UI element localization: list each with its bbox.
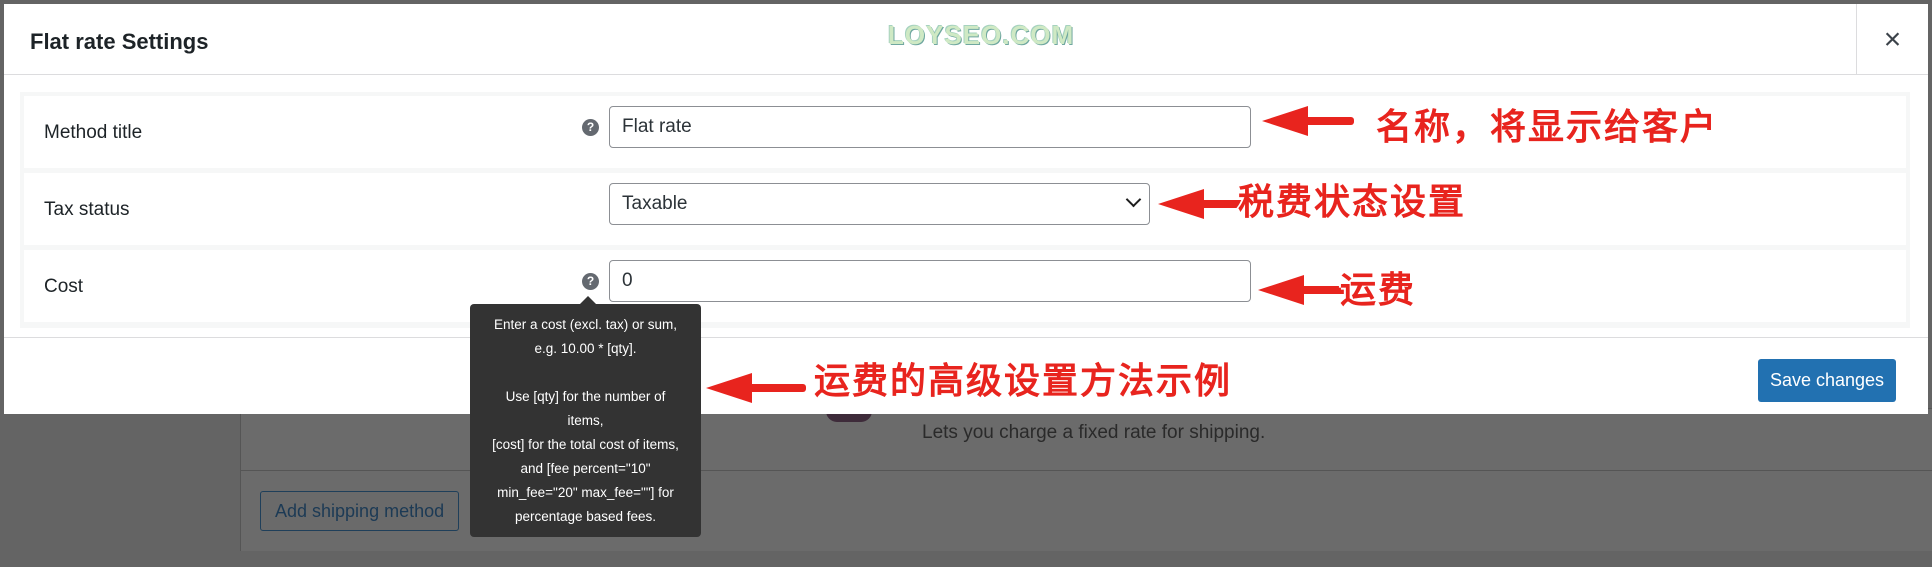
cost-help-tooltip: Enter a cost (excl. tax) or sum, e.g. 10… [470, 304, 701, 537]
method-description: Lets you charge a fixed rate for shippin… [922, 422, 1266, 443]
cost-row: Cost ? [24, 250, 1906, 322]
tooltip-line: [cost] for the total cost of items, [492, 437, 679, 452]
arrow-left-icon [706, 373, 806, 403]
tooltip-line [480, 361, 691, 385]
annotation-tax-status: 税费状态设置 [1238, 182, 1467, 223]
annotation-advanced: 运费的高级设置方法示例 [814, 361, 1233, 402]
tooltip-line: percentage based fees. [514, 509, 657, 524]
save-changes-button[interactable]: Save changes [1758, 359, 1896, 402]
close-button[interactable]: × [1856, 4, 1928, 75]
watermark: LOYSEO.COM [888, 20, 1075, 50]
modal-header: Flat rate Settings LOYSEO.COM × [4, 4, 1928, 75]
tooltip-line: Enter a cost (excl. tax) or sum, [493, 317, 678, 332]
tooltip-line: e.g. 10.00 * [qty]. [534, 341, 637, 356]
arrow-left-icon [1262, 106, 1354, 136]
annotation-cost: 运费 [1340, 270, 1417, 311]
annotation-method-title: 名称，将显示给客户 [1376, 107, 1719, 148]
tax-status-label: Tax status [44, 199, 130, 220]
method-title-label: Method title [44, 122, 143, 143]
chevron-down-icon [1125, 191, 1142, 208]
tax-status-value: Taxable [622, 193, 688, 214]
tooltip-arrow [580, 296, 596, 304]
method-title-input[interactable] [609, 106, 1251, 148]
help-icon[interactable]: ? [582, 119, 599, 136]
tax-status-select[interactable]: Taxable [609, 183, 1150, 225]
cost-input[interactable] [609, 260, 1251, 302]
tooltip-line: Use [qty] for the number of [505, 389, 666, 404]
help-icon[interactable]: ? [582, 273, 599, 290]
tooltip-line: and [fee percent="10" [520, 461, 651, 476]
arrow-left-icon [1258, 275, 1350, 305]
close-icon: × [1883, 23, 1902, 56]
cost-label: Cost [44, 276, 84, 297]
modal-title: Flat rate Settings [30, 29, 209, 54]
tooltip-line: min_fee="20" max_fee=""] for [497, 485, 674, 500]
add-shipping-method-button: Add shipping method [260, 491, 460, 531]
tax-status-row: Tax status Taxable [24, 173, 1906, 245]
tooltip-line: items, [567, 413, 604, 428]
